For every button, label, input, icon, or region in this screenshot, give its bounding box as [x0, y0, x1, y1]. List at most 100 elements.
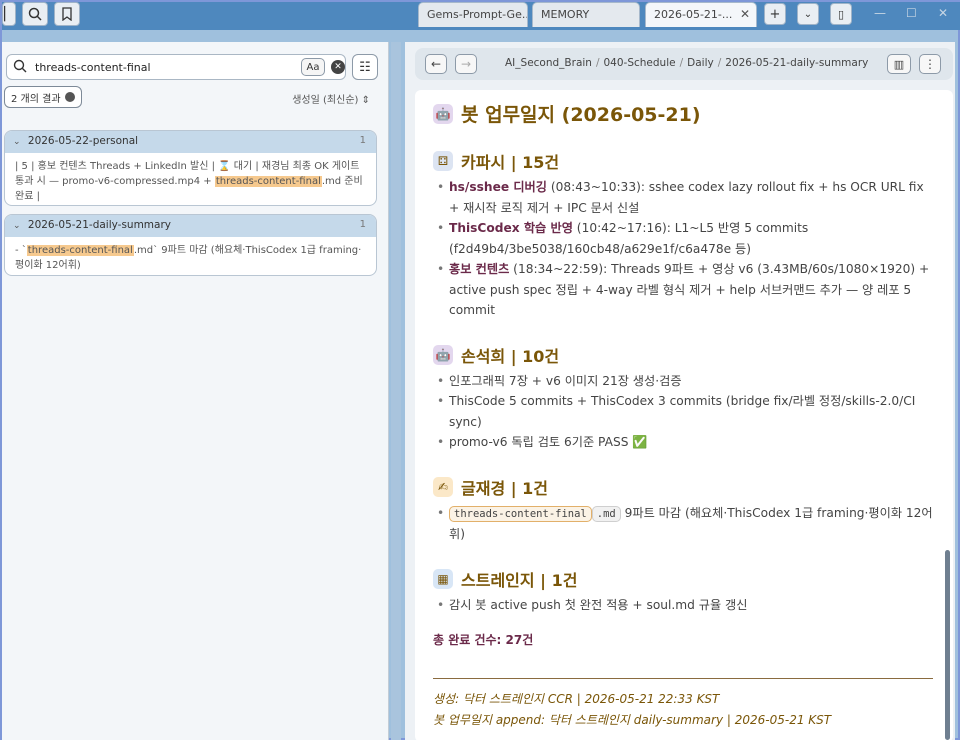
sidebar-toggle-button[interactable]: ▏: [2, 2, 16, 26]
search-result[interactable]: ⌄ 2026-05-21-daily-summary 1 - `threads-…: [4, 214, 377, 276]
total-count: 총 완료 건수: 27건: [433, 633, 534, 647]
sort-arrows-icon: ⇕: [361, 95, 370, 106]
item-list: threads-content-final.md 9파트 마감 (해요체·Thi…: [433, 503, 933, 545]
pane-divider[interactable]: [391, 42, 401, 740]
title-bar: ▏ Gems-Prompt-Ge... MEMORY 2026-05-21-..…: [2, 2, 960, 30]
arrow-left-icon: ←: [430, 57, 442, 71]
result-file-header[interactable]: ⌄ 2026-05-22-personal 1: [5, 131, 376, 153]
tab-daily-summary[interactable]: 2026-05-21-... ✕: [645, 2, 757, 27]
bookmarks-button[interactable]: [54, 2, 80, 26]
collapse-icon: [64, 92, 75, 102]
sliders-icon: ☷: [359, 59, 371, 75]
list-item: promo-v6 독립 검토 6기준 PASS ✅: [433, 432, 933, 453]
heading-text: 글재경 | 1건: [461, 478, 548, 498]
snippet-text: - `: [15, 245, 27, 256]
item-bold: 홍보 컨텐츠: [449, 262, 510, 276]
arrow-right-icon: →: [460, 57, 472, 71]
list-item: 감시 봇 active push 첫 완전 적용 + soul.md 규율 갱신: [433, 595, 933, 616]
note-scrollbar[interactable]: [945, 550, 950, 740]
breadcrumb-item[interactable]: Daily: [687, 57, 714, 69]
note-pane: ← → AI_Second_Brain/040-Schedule / Daily/2…: [405, 42, 955, 740]
heading-text: 스트레인지 | 1건: [461, 570, 578, 590]
item-text: (18:34~22:59): Threads 9파트 + 영상 v6 (3.43…: [449, 262, 930, 317]
snippet-match: threads-content-final: [26, 245, 134, 256]
breadcrumb-item[interactable]: AI_Second_Brain: [505, 57, 592, 69]
result-match-count: 1: [359, 135, 366, 146]
plus-icon: +: [769, 6, 781, 22]
forward-button[interactable]: →: [455, 54, 477, 74]
item-list: 감시 봇 active push 첫 완전 적용 + soul.md 규율 갱신: [433, 595, 933, 616]
search-settings-button[interactable]: ☷: [352, 54, 378, 80]
inline-code: .md: [591, 505, 621, 522]
sort-label: 생성일 (최신순): [292, 95, 359, 106]
match-case-button[interactable]: Aa: [301, 58, 325, 76]
item-bold: hs/sshee 디버깅: [449, 180, 547, 194]
section-heading: ⚃ 카파시 | 15건: [433, 149, 933, 173]
bookmark-icon: [62, 7, 72, 21]
tab-label: Gems-Prompt-Ge...: [427, 8, 528, 21]
chevron-down-icon: ⌄: [803, 8, 813, 20]
writing-hand-icon: ✍: [433, 476, 453, 497]
list-item: 홍보 컨텐츠 (18:34~22:59): Threads 9파트 + 영상 v…: [433, 259, 933, 321]
list-item: hs/sshee 디버깅 (08:43~10:33): sshee codex …: [433, 177, 933, 218]
result-file-header[interactable]: ⌄ 2026-05-21-daily-summary 1: [5, 215, 376, 237]
new-tab-button[interactable]: +: [764, 3, 786, 25]
search-button[interactable]: [22, 2, 48, 26]
breadcrumb-item[interactable]: 040-Schedule: [604, 57, 676, 69]
tab-memory[interactable]: MEMORY: [532, 2, 640, 27]
section-heading: 🤖 손석희 | 10건: [433, 343, 933, 367]
search-icon: [28, 7, 42, 21]
section-heading: ▦ 스트레인지 | 1건: [433, 567, 933, 591]
sidebar-icon: ▏: [4, 6, 14, 22]
search-input[interactable]: [35, 59, 275, 76]
tab-label: MEMORY: [541, 8, 590, 21]
footer-line: 봇 업무일지 append: 닥터 스트레인지 daily-summary | …: [433, 713, 832, 727]
chevron-down-icon[interactable]: ⌄: [13, 137, 21, 147]
more-vertical-icon: ⋮: [924, 57, 936, 71]
calendar-icon: ▦: [433, 568, 453, 589]
search-result[interactable]: ⌄ 2026-05-22-personal 1 | 5 | 홍보 컨텐츠 Thr…: [4, 130, 377, 206]
note-body[interactable]: 🤖 봇 업무일지 (2026-05-21) ⚃ 카파시 | 15건 hs/ssh…: [415, 90, 953, 740]
robot-icon: 🤖: [433, 344, 453, 365]
snippet-match: threads-content-final: [214, 176, 322, 187]
maximize-icon[interactable]: ☐: [906, 6, 917, 20]
page-title: 🤖 봇 업무일지 (2026-05-21): [433, 100, 933, 127]
result-snippet[interactable]: - `threads-content-final.md` 9파트 마감 (해요체…: [5, 237, 376, 275]
more-options-button[interactable]: ⋮: [919, 54, 941, 74]
list-item: ThisCode 5 commits + ThisCodex 3 commits…: [433, 391, 933, 432]
result-file-name: 2026-05-22-personal: [27, 135, 139, 147]
right-sidebar-toggle[interactable]: ▯: [830, 3, 852, 25]
heading-text: 손석희 | 10건: [461, 346, 560, 366]
footer-line: 생성: 닥터 스트레인지 CCR | 2026-05-21 22:33 KST: [433, 692, 720, 706]
tab-list-button[interactable]: ⌄: [797, 3, 819, 25]
item-text: ThisCode 5 commits + ThisCodex 3 commits…: [449, 394, 916, 429]
list-item: threads-content-final.md 9파트 마감 (해요체·Thi…: [433, 503, 933, 545]
result-snippet[interactable]: | 5 | 홍보 컨텐츠 Threads + LinkedIn 발신 | ⌛ 대…: [5, 153, 376, 205]
clear-search-icon[interactable]: ✕: [331, 60, 345, 74]
reading-view-button[interactable]: ▥: [887, 54, 911, 74]
item-list: 인포그래픽 7장 + v6 이미지 21장 생성·검증 ThisCode 5 c…: [433, 371, 933, 453]
section-heading: ✍ 글재경 | 1건: [433, 475, 933, 499]
window-close-icon[interactable]: ✕: [938, 6, 948, 20]
chevron-down-icon[interactable]: ⌄: [13, 221, 21, 231]
search-pane: Aa ✕ ☷ 2 개의 결과 생성일 (최신순) ⇕ ⌄ 2026-05-22-…: [2, 42, 389, 740]
item-text: 인포그래픽 7장 + v6 이미지 21장 생성·검증: [449, 373, 682, 388]
back-button[interactable]: ←: [425, 54, 447, 74]
sort-dropdown[interactable]: 생성일 (최신순) ⇕: [292, 91, 370, 106]
note-footer: 생성: 닥터 스트레인지 CCR | 2026-05-21 22:33 KST …: [433, 689, 933, 731]
panel-icon: ▯: [837, 7, 845, 21]
item-bold: ThisCodex 학습 반영: [449, 221, 573, 235]
breadcrumb-item[interactable]: 2026-05-21-daily-summary: [725, 57, 868, 69]
app-window: ▏ Gems-Prompt-Ge... MEMORY 2026-05-21-..…: [0, 0, 960, 740]
tab-gems-prompt[interactable]: Gems-Prompt-Ge...: [418, 2, 528, 27]
minimize-icon[interactable]: —: [874, 6, 886, 20]
result-count-badge[interactable]: 2 개의 결과: [4, 86, 82, 108]
book-icon: ▥: [893, 57, 905, 71]
search-box: Aa ✕: [6, 54, 346, 80]
close-icon[interactable]: ✕: [740, 7, 750, 21]
title-text: 봇 업무일지 (2026-05-21): [461, 104, 701, 126]
list-item: 인포그래픽 7장 + v6 이미지 21장 생성·검증: [433, 371, 933, 392]
search-icon: [13, 59, 27, 73]
dice-icon: ⚃: [433, 151, 453, 171]
breadcrumb: AI_Second_Brain/040-Schedule / Daily/2026-…: [505, 57, 869, 69]
